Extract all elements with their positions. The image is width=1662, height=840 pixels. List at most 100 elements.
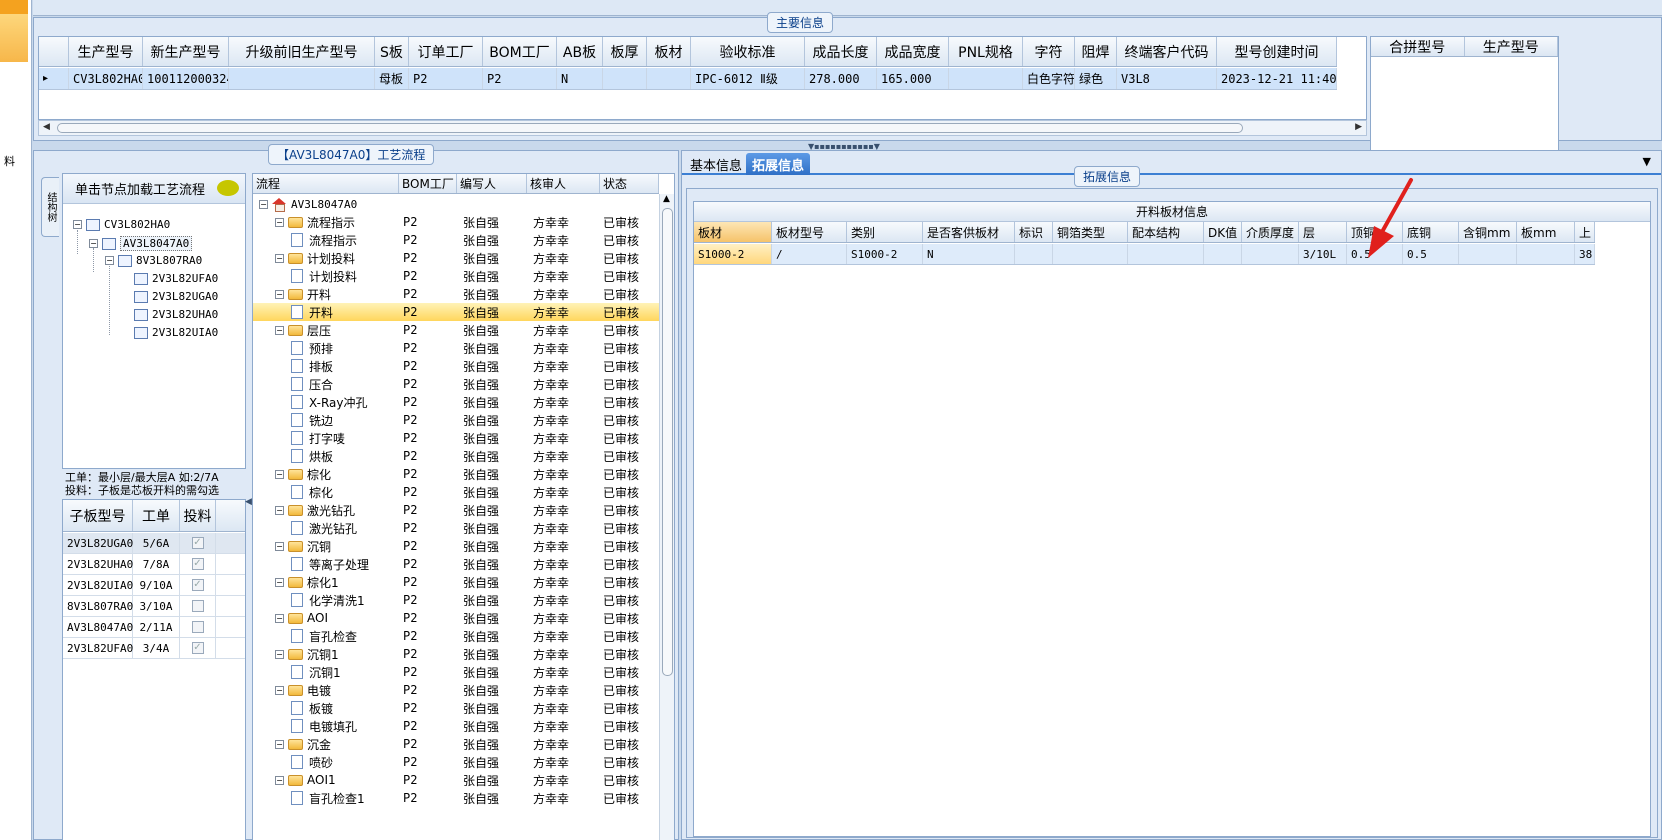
flow-name-cell[interactable]: − AOI1 — [253, 771, 399, 789]
flow-name-cell[interactable]: 铣边 — [253, 411, 399, 429]
main-cell-16[interactable]: 2023-12-21 11:40:51 — [1217, 68, 1337, 89]
mat-cell-6[interactable] — [1128, 244, 1204, 264]
flow-row[interactable]: 等离子处理 P2 张自强 方幸幸 已审核 — [253, 555, 659, 573]
flow-status-cell[interactable]: 已审核 — [600, 627, 659, 645]
main-cell-5[interactable]: P2 — [483, 68, 557, 89]
scroll-right-icon[interactable]: ▶ — [1355, 122, 1362, 132]
sub-board-row[interactable]: 2V3L82UIA0 9/10A ✓ — [63, 575, 245, 596]
main-col-13[interactable]: 字符 — [1023, 37, 1075, 66]
flow-bom-cell[interactable]: P2 — [399, 339, 457, 357]
flow-name-cell[interactable]: 激光钻孔 — [253, 519, 399, 537]
main-col-9[interactable]: 验收标准 — [691, 37, 805, 66]
flow-bom-cell[interactable]: P2 — [399, 321, 457, 339]
flow-row[interactable]: − 沉金 P2 张自强 方幸幸 已审核 — [253, 735, 659, 753]
flow-status-cell[interactable]: 已审核 — [600, 393, 659, 411]
main-cell-8[interactable] — [647, 68, 691, 89]
flow-bom-cell[interactable]: P2 — [399, 663, 457, 681]
flow-reviewer-cell[interactable]: 方幸幸 — [527, 573, 600, 591]
flow-name-cell[interactable]: 喷砂 — [253, 753, 399, 771]
main-cell-0[interactable]: CV3L802HA0 — [69, 68, 143, 89]
main-cell-12[interactable] — [949, 68, 1023, 89]
collapse-toggle-icon[interactable]: − — [275, 649, 284, 659]
flow-reviewer-cell[interactable]: 方幸幸 — [527, 663, 600, 681]
main-cell-9[interactable]: IPC-6012 Ⅱ级 — [691, 68, 805, 89]
flow-bom-cell[interactable]: P2 — [399, 411, 457, 429]
flow-writer-cell[interactable]: 张自强 — [457, 681, 527, 699]
tab-basic-info[interactable]: 基本信息 — [684, 153, 748, 175]
flow-writer-cell[interactable]: 张自强 — [457, 321, 527, 339]
mat-cell-2[interactable]: S1000-2 — [847, 244, 923, 264]
mat-col-9[interactable]: 层 — [1299, 222, 1347, 242]
flow-name-cell[interactable]: 等离子处理 — [253, 555, 399, 573]
flow-status-cell[interactable]: 已审核 — [600, 411, 659, 429]
flow-name-cell[interactable]: 计划投料 — [253, 267, 399, 285]
mat-cell-12[interactable] — [1459, 244, 1517, 264]
flow-name-cell[interactable]: − 开料 — [253, 285, 399, 303]
flow-row[interactable]: 开料 P2 张自强 方幸幸 已审核 — [253, 303, 659, 321]
mat-cell-0[interactable]: S1000-2 — [694, 244, 772, 264]
flow-reviewer-cell[interactable]: 方幸幸 — [527, 411, 600, 429]
sub-order-cell[interactable]: 3/4A — [133, 638, 180, 658]
flow-reviewer-cell[interactable]: 方幸幸 — [527, 375, 600, 393]
flow-writer-cell[interactable]: 张自强 — [457, 447, 527, 465]
sub-order-cell[interactable]: 5/6A — [133, 533, 180, 553]
flow-row[interactable]: 烘板 P2 张自强 方幸幸 已审核 — [253, 447, 659, 465]
flow-reviewer-cell[interactable]: 方幸幸 — [527, 231, 600, 249]
flow-status-cell[interactable]: 已审核 — [600, 213, 659, 231]
bom-tree-node[interactable]: − CV3L802HA0 — [73, 218, 170, 231]
sub-order-cell[interactable]: 2/11A — [133, 617, 180, 637]
sub-model-cell[interactable]: 8V3L807RA0 — [63, 596, 133, 616]
flow-status-cell[interactable]: 已审核 — [600, 681, 659, 699]
flow-bom-cell[interactable] — [399, 195, 457, 213]
flow-bom-cell[interactable]: P2 — [399, 681, 457, 699]
flow-writer-cell[interactable]: 张自强 — [457, 645, 527, 663]
flow-name-cell[interactable]: 排板 — [253, 357, 399, 375]
flow-status-cell[interactable]: 已审核 — [600, 303, 659, 321]
flow-name-cell[interactable]: 盲孔检查 — [253, 627, 399, 645]
flow-reviewer-cell[interactable]: 方幸幸 — [527, 609, 600, 627]
sub-model-cell[interactable]: AV3L8047A0 — [63, 617, 133, 637]
collapse-toggle-icon[interactable]: − — [275, 325, 284, 335]
flow-name-cell[interactable]: − 棕化1 — [253, 573, 399, 591]
bom-tree-node[interactable]: 2V3L82UHA0 — [121, 308, 218, 321]
main-col-14[interactable]: 阻焊 — [1075, 37, 1117, 66]
sub-board-row[interactable]: AV3L8047A0 2/11A — [63, 617, 245, 638]
flow-writer-cell[interactable]: 张自强 — [457, 735, 527, 753]
flow-name-cell[interactable]: X-Ray冲孔 — [253, 393, 399, 411]
scroll-left-icon[interactable]: ◀ — [43, 122, 50, 132]
flow-name-cell[interactable]: − 层压 — [253, 321, 399, 339]
mat-cell-1[interactable]: / — [772, 244, 847, 264]
flow-vscrollbar[interactable]: ▲ — [659, 194, 674, 840]
flow-reviewer-cell[interactable]: 方幸幸 — [527, 339, 600, 357]
flow-reviewer-cell[interactable] — [527, 195, 600, 213]
flow-row[interactable]: 化学清洗1 P2 张自强 方幸幸 已审核 — [253, 591, 659, 609]
flow-status-cell[interactable] — [600, 195, 659, 213]
sub-order-cell[interactable]: 7/8A — [133, 554, 180, 574]
flow-row[interactable]: − 棕化1 P2 张自强 方幸幸 已审核 — [253, 573, 659, 591]
flow-bom-cell[interactable]: P2 — [399, 735, 457, 753]
flow-name-cell[interactable]: 盲孔检查1 — [253, 789, 399, 807]
flow-writer-cell[interactable]: 张自强 — [457, 375, 527, 393]
flow-row[interactable]: − AOI1 P2 张自强 方幸幸 已审核 — [253, 771, 659, 789]
flow-reviewer-cell[interactable]: 方幸幸 — [527, 357, 600, 375]
main-col-8[interactable]: 板材 — [647, 37, 691, 66]
mat-col-1[interactable]: 板材型号 — [772, 222, 847, 242]
sub-order-cell[interactable]: 3/10A — [133, 596, 180, 616]
flow-writer-cell[interactable]: 张自强 — [457, 663, 527, 681]
flow-writer-cell[interactable]: 张自强 — [457, 483, 527, 501]
flow-writer-cell[interactable]: 张自强 — [457, 753, 527, 771]
flow-bom-cell[interactable]: P2 — [399, 771, 457, 789]
feed-checkbox[interactable]: ✓ — [191, 558, 204, 570]
flow-status-cell[interactable]: 已审核 — [600, 663, 659, 681]
collapse-toggle-icon[interactable]: − — [275, 505, 284, 515]
sub-model-cell[interactable]: 2V3L82UGA0 — [63, 533, 133, 553]
flow-bom-cell[interactable]: P2 — [399, 393, 457, 411]
main-col-5[interactable]: BOM工厂 — [483, 37, 557, 66]
main-cell-10[interactable]: 278.000 — [805, 68, 877, 89]
flow-name-cell[interactable]: − 电镀 — [253, 681, 399, 699]
collapse-toggle-icon[interactable]: − — [105, 256, 114, 265]
collapse-toggle-icon[interactable]: − — [259, 199, 268, 209]
flow-row[interactable]: 沉铜1 P2 张自强 方幸幸 已审核 — [253, 663, 659, 681]
feed-checkbox[interactable] — [191, 600, 204, 612]
flow-name-cell[interactable]: 预排 — [253, 339, 399, 357]
